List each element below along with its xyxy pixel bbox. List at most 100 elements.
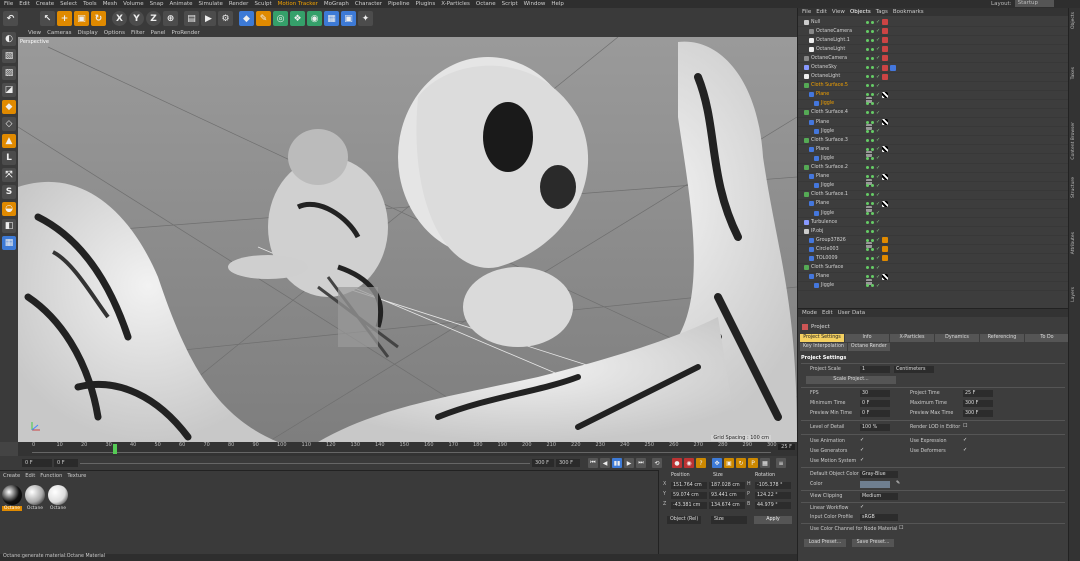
object-row[interactable]: Cloth Surface.3 ✓ [798,136,1068,158]
render-dot-icon[interactable] [871,220,874,224]
coordinate-system-icon[interactable]: ⊕ [163,11,178,26]
enabled-check-icon[interactable]: ✓ [876,192,880,198]
visibility-dot-icon[interactable] [866,193,869,197]
render-dot-icon[interactable] [871,129,874,133]
timeline[interactable]: 25 F 0 10 20 30 40 50 60 70 80 90 100 110 120 130 140 1… [18,442,797,456]
object-tag-icon[interactable] [882,146,889,153]
polygons-mode-icon[interactable]: ▲ [2,134,16,148]
record-icon[interactable]: ● [672,458,682,468]
object-tag-icon[interactable] [882,119,889,126]
render-dot-icon[interactable] [871,156,874,160]
object-row[interactable]: OctaneLight ✓ [798,73,1068,82]
menu-render[interactable]: Render [229,1,249,7]
menu-window[interactable]: Window [524,1,546,7]
size-field[interactable]: 187.028 cm [709,482,745,489]
attribute-menu-user-data[interactable]: User Data [838,310,865,316]
menu-snap[interactable]: Snap [150,1,164,7]
attribute-menu-mode[interactable]: Mode [802,310,817,316]
visibility-dot-icon[interactable] [866,147,869,151]
texture-mode-icon[interactable]: ▨ [2,66,16,80]
render-dot-icon[interactable] [871,20,874,24]
size-field[interactable]: 134.674 cm [709,502,745,509]
side-tab-layers[interactable]: Layers [1071,287,1079,302]
visibility-dot-icon[interactable] [866,75,869,79]
apply-button[interactable]: Apply [754,516,792,524]
enabled-check-icon[interactable]: ✓ [876,46,880,52]
object-row[interactable]: Cloth Surface.2 ✓ [798,164,1068,185]
enabled-check-icon[interactable]: ✓ [876,137,880,143]
visibility-dot-icon[interactable] [866,20,869,24]
key-scale-icon[interactable]: ▣ [724,458,734,468]
object-row[interactable]: Cloth Surface.5 ✓ [798,82,1068,103]
load-preset-button[interactable]: Load Preset... [804,539,846,547]
side-tab-takes[interactable]: Takes [1071,67,1079,79]
menu-sculpt[interactable]: Sculpt [254,1,271,7]
object-row[interactable]: OctaneCamera ✓ [798,27,1068,37]
visibility-dot-icon[interactable] [866,29,869,33]
input-color-dropdown[interactable]: sRGB [860,514,898,521]
object-row[interactable]: OctaneLight.1 ✓ [798,36,1068,46]
tab-project-settings[interactable]: Project Settings [800,334,844,342]
menu-mesh[interactable]: Mesh [103,1,117,7]
render-dot-icon[interactable] [871,166,874,170]
undo-icon[interactable]: ↶ [3,11,18,26]
position-field[interactable]: 59.074 cm [671,492,707,499]
object-tag-icon[interactable] [890,64,897,71]
prev-key-icon[interactable]: ◀ [600,458,610,468]
menu-mograph[interactable]: MoGraph [324,1,349,7]
object-row[interactable]: OctaneSky ✓ [798,63,1068,73]
attribute-menu-edit[interactable]: Edit [822,310,833,316]
viewport-menu-display[interactable]: Display [78,30,98,36]
object-row[interactable]: Jiggle ✓ [798,100,1068,109]
enabled-check-icon[interactable]: ✓ [876,83,880,89]
visibility-dot-icon[interactable] [866,56,869,60]
enabled-check-icon[interactable]: ✓ [876,155,880,161]
render-dot-icon[interactable] [871,47,874,51]
menu-pipeline[interactable]: Pipeline [388,1,410,7]
visibility-dot-icon[interactable] [866,120,869,124]
z-axis-icon[interactable]: Z [146,11,161,26]
position-field[interactable]: -43.381 cm [671,502,707,509]
object-tag-icon[interactable] [882,91,889,98]
next-key-icon[interactable]: ▶ [624,458,634,468]
end-frame-field[interactable]: 300 F [556,459,580,467]
object-row[interactable]: Cloth Surface ✓ [798,264,1068,285]
timeline-playhead[interactable] [112,444,117,454]
material-swatch[interactable]: Octane [2,485,22,511]
visibility-dot-icon[interactable] [866,247,869,251]
object-row[interactable]: Circle003 ✓ [798,245,1068,255]
viewport-menu-view[interactable]: View [28,30,41,36]
camera-icon[interactable]: ▣ [341,11,356,26]
size-field[interactable]: 93.441 cm [709,492,745,499]
render-dot-icon[interactable] [871,238,874,242]
position-field[interactable]: 151.764 cm [671,482,707,489]
menu-help[interactable]: Help [551,1,564,7]
sculpt-icon[interactable]: ◒ [2,202,16,216]
workplane-icon[interactable]: ◪ [2,83,16,97]
enabled-check-icon[interactable]: ✓ [876,210,880,216]
enabled-check-icon[interactable]: ✓ [876,228,880,234]
tab-x-particles[interactable]: X-Particles [890,334,934,342]
menu-motion-tracker[interactable]: Motion Tracker [278,1,318,7]
goto-end-icon[interactable]: ⏭ [636,458,646,468]
enabled-check-icon[interactable]: ✓ [876,246,880,252]
object-row[interactable]: OctaneCamera ✓ [798,54,1068,64]
timeline-menu-icon[interactable]: ≡ [776,458,786,468]
enabled-check-icon[interactable]: ✓ [876,201,880,207]
object-tag-icon[interactable] [882,19,889,26]
visibility-dot-icon[interactable] [866,211,869,215]
object-tag-icon[interactable] [882,37,889,44]
object-row[interactable]: Cloth Surface.1 ✓ [798,191,1068,212]
render-dot-icon[interactable] [871,256,874,260]
linear-workflow-checkbox[interactable]: ✓ [860,504,864,510]
color-swatch[interactable] [860,481,890,488]
object-row[interactable]: Jiggle ✓ [798,182,1068,191]
object-row[interactable]: Jiggle ✓ [798,209,1068,219]
enabled-check-icon[interactable]: ✓ [876,237,880,243]
enabled-check-icon[interactable]: ✓ [876,19,880,25]
rotation-field[interactable]: -105.378 ° [755,482,791,489]
render-dot-icon[interactable] [871,138,874,142]
visibility-dot-icon[interactable] [866,84,869,88]
enabled-check-icon[interactable]: ✓ [876,119,880,125]
material-menu-edit[interactable]: Edit [25,473,35,479]
